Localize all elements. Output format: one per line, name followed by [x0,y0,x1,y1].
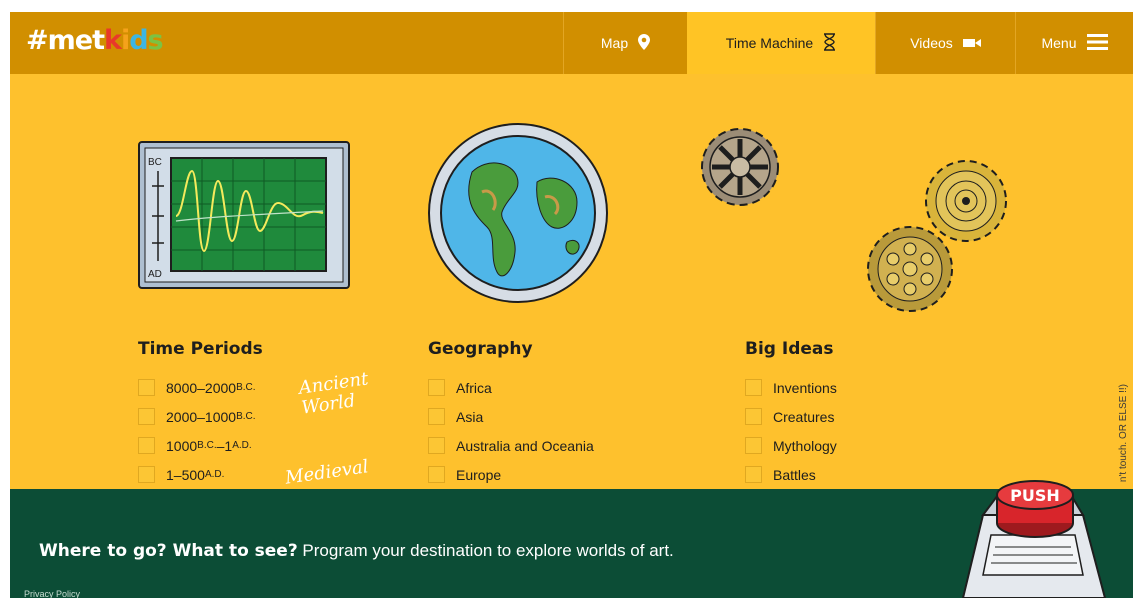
big-idea-label: Creatures [773,408,835,425]
time-period-item[interactable]: 2000–1000 B.C. [138,402,263,431]
push-button[interactable]: PUSH [953,475,1113,598]
nav-menu[interactable]: Menu [1015,12,1133,74]
logo-met: met [47,25,105,56]
nav-time-machine[interactable]: Time Machine [687,12,875,74]
monitor-bc-label: BC [148,157,162,168]
logo-s: s [147,25,164,56]
video-camera-icon [962,35,981,51]
geography-label: Africa [456,379,492,396]
big-ideas-heading: Big Ideas [745,339,834,359]
map-pin-icon [638,33,651,53]
nav-time-machine-label: Time Machine [725,35,814,51]
time-period-era: B.C. [236,382,256,393]
ancient-world-annotation: Ancient World [297,368,370,419]
time-period-era-end: A.D. [232,440,252,451]
geography-item[interactable]: Australia and Oceania [428,431,594,460]
footer-tagline: Where to go? What to see? Program your d… [39,541,674,561]
checkbox[interactable] [428,379,445,396]
metkids-logo[interactable]: #metkids [26,24,164,58]
big-idea-item[interactable]: Mythology [745,431,837,460]
logo-hash: # [26,25,49,56]
checkbox[interactable] [745,466,762,483]
logo-k: k [103,25,122,56]
oscilloscope-illustration: BC AD [138,141,350,294]
side-warning-note: n't touch. OR ELSE !!) [1118,384,1129,483]
privacy-policy-link[interactable]: Privacy Policy [24,589,80,598]
checkbox[interactable] [428,437,445,454]
nav-videos-label: Videos [910,35,953,51]
big-ideas-filter: Big Ideas Inventions Creatures Mythology… [745,339,837,489]
checkbox[interactable] [745,379,762,396]
time-period-era: B.C. [236,411,256,422]
big-idea-item[interactable]: Inventions [745,373,837,402]
time-period-era: B.C. [197,440,217,451]
nav-menu-label: Menu [1041,35,1077,51]
geography-item[interactable]: Asia [428,402,594,431]
medieval-annotation: Medieval [283,456,370,489]
geography-label: Australia and Oceania [456,437,594,454]
main-nav: Map Time Machine Videos Menu [563,12,1133,74]
time-period-item[interactable]: 8000–2000 B.C. [138,373,263,402]
gears-illustration [696,119,1026,324]
monitor-ad-label: AD [148,269,162,280]
checkbox[interactable] [138,379,155,396]
geography-label: Asia [456,408,484,425]
geography-heading: Geography [428,339,533,359]
big-idea-item[interactable]: Creatures [745,402,837,431]
time-period-years-end: –1 [216,437,233,454]
hamburger-icon [1086,33,1108,53]
checkbox[interactable] [745,437,762,454]
geography-filter: Geography Africa Asia Australia and Ocea… [428,339,594,489]
hourglass-icon [823,32,836,54]
time-periods-filter: Time Periods 8000–2000 B.C. 2000–1000 B.… [138,339,263,489]
time-machine-panel: BC AD Time Periods 8000–2000 B.C. 2000–1… [10,74,1133,489]
big-idea-label: Battles [773,466,816,483]
big-idea-label: Inventions [773,379,837,396]
time-period-years: 8000–2000 [166,379,237,396]
checkbox[interactable] [745,408,762,425]
time-periods-heading: Time Periods [138,339,263,359]
globe-illustration [427,122,609,309]
nav-videos[interactable]: Videos [875,12,1015,74]
geography-label: Europe [456,466,502,483]
tagline-rest: Program your destination to explore worl… [297,541,674,560]
time-period-years: 1–500 [166,466,205,483]
time-period-item[interactable]: 1–500 A.D. [138,460,263,489]
checkbox[interactable] [428,466,445,483]
checkbox[interactable] [138,437,155,454]
checkbox[interactable] [138,408,155,425]
nav-map-label: Map [600,35,629,51]
time-period-years: 1000 [166,437,198,454]
time-period-years: 2000–1000 [166,408,237,425]
logo-d: d [129,25,148,56]
time-period-era: A.D. [204,469,225,480]
nav-map[interactable]: Map [563,12,687,74]
push-button-label: PUSH [1010,486,1060,505]
checkbox[interactable] [428,408,445,425]
big-idea-item[interactable]: Battles [745,460,837,489]
checkbox[interactable] [138,466,155,483]
geography-item[interactable]: Africa [428,373,594,402]
logo-i: i [120,25,130,56]
time-period-item[interactable]: 1000 B.C. –1 A.D. [138,431,263,460]
tagline-bold: Where to go? What to see? [39,541,298,561]
geography-item[interactable]: Europe [428,460,594,489]
big-idea-label: Mythology [773,437,837,454]
site-header: #metkids Map Time Machine Videos Menu [10,12,1133,74]
